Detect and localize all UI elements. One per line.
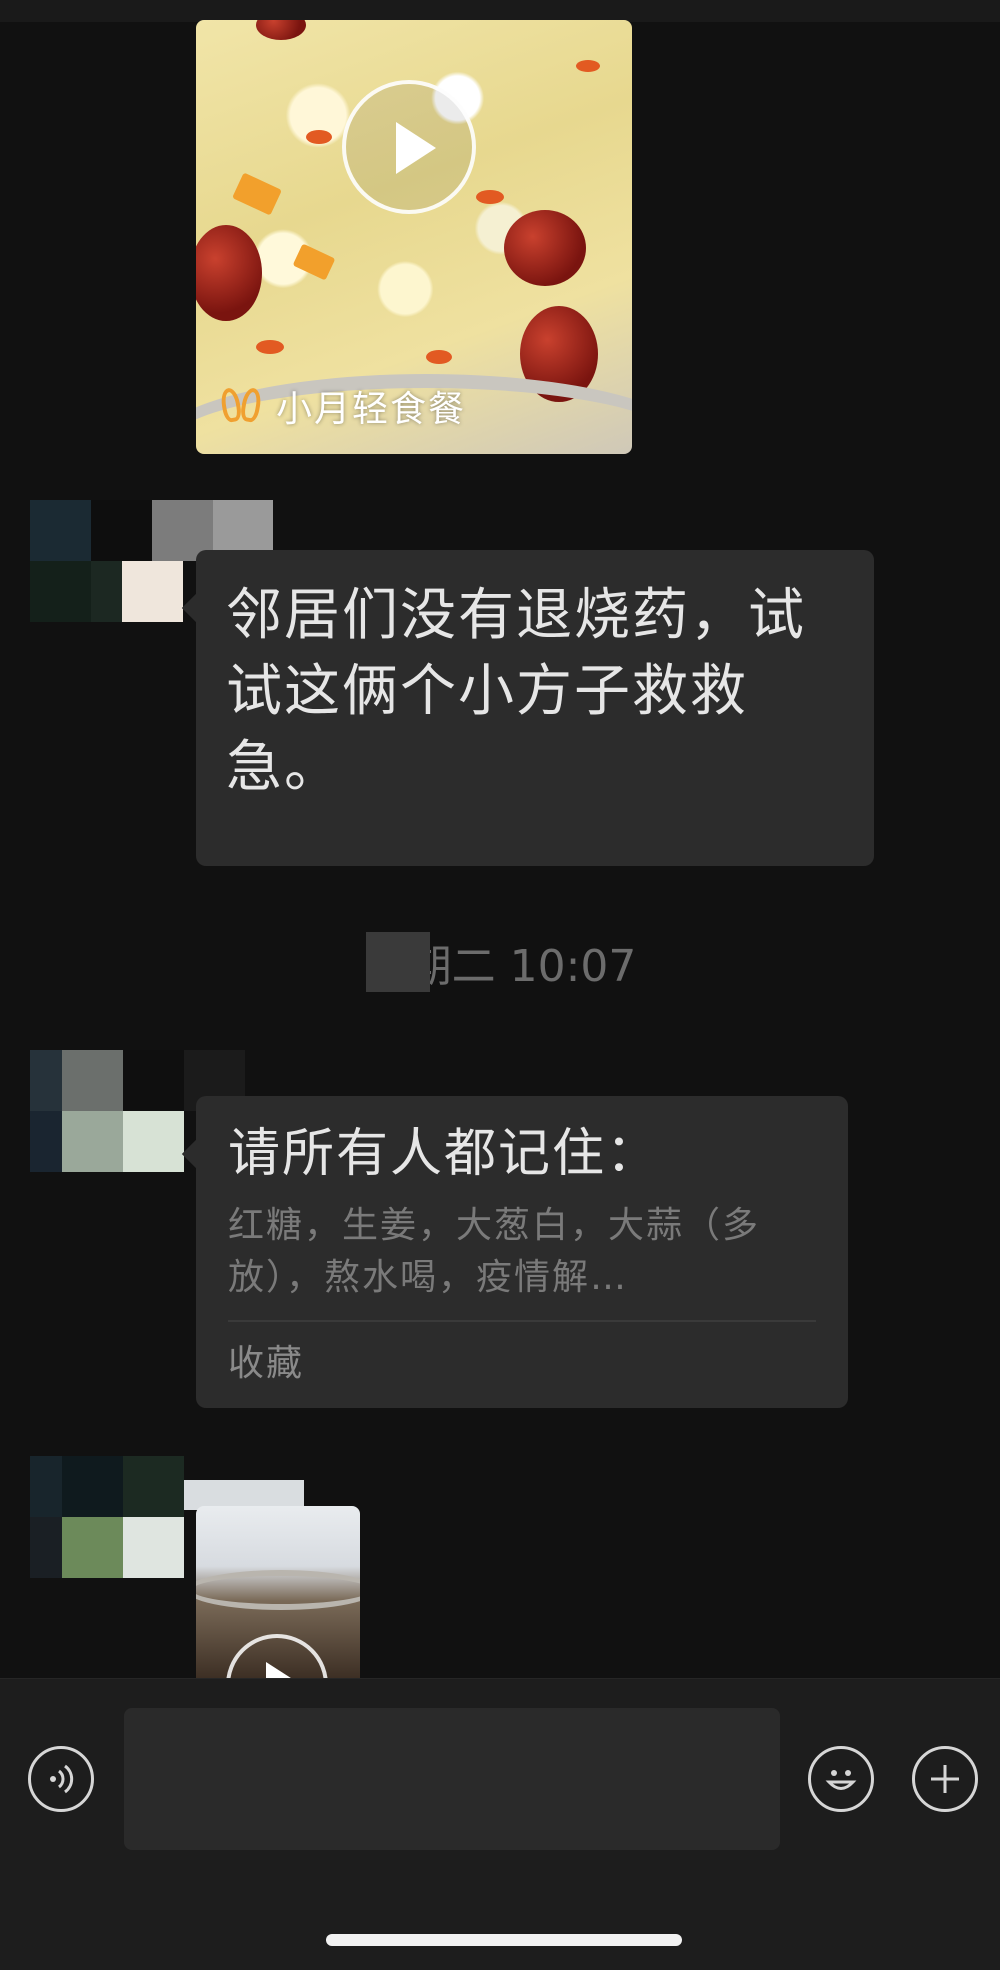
favorite-note-bubble[interactable]: 请所有人都记住： 红糖，生姜，大葱白，大蒜（多放），熬水喝，疫情解… 收藏 (181, 1096, 848, 1408)
avatar[interactable] (30, 1456, 304, 1578)
video-message-thumbnail[interactable] (196, 1506, 360, 1678)
note-source-label: 收藏 (228, 1343, 305, 1384)
note-snippet: 红糖，生姜，大葱白，大蒜（多放），熬水喝，疫情解… (228, 1205, 761, 1298)
emoji-icon[interactable] (808, 1746, 874, 1812)
top-edge (0, 0, 1000, 22)
jujube-decoration (196, 225, 262, 321)
plus-icon[interactable] (912, 1746, 978, 1812)
goji-decoration (306, 130, 332, 144)
play-icon[interactable] (342, 80, 476, 214)
pot-rim (196, 1570, 360, 1610)
video-message-thumbnail[interactable]: 小月轻食餐 (196, 20, 632, 454)
orange-peel-decoration (292, 243, 336, 281)
message-text: 邻居们没有退烧药，试试这俩个小方子救救急。 (226, 583, 806, 800)
home-indicator[interactable] (326, 1934, 682, 1946)
watermark-text: 小月轻食餐 (276, 389, 467, 430)
voice-icon[interactable] (28, 1746, 94, 1812)
text-message-bubble[interactable]: 邻居们没有退烧药，试试这俩个小方子救救急。 (181, 550, 874, 866)
note-title: 请所有人都记住： (228, 1124, 661, 1184)
timestamp-blur (366, 932, 430, 992)
jujube-decoration (256, 20, 306, 40)
goji-decoration (476, 190, 504, 204)
jujube-decoration (504, 210, 586, 286)
goji-decoration (426, 350, 452, 364)
orange-peel-decoration (232, 172, 282, 216)
play-icon[interactable] (226, 1634, 328, 1678)
goji-decoration (256, 340, 284, 354)
message-input[interactable] (124, 1708, 780, 1850)
watermark-logo-icon (222, 386, 266, 426)
note-divider (228, 1320, 816, 1322)
video-watermark: 小月轻食餐 (222, 380, 466, 432)
chat-timestamp: 星期二 10:07 (363, 941, 637, 992)
goji-decoration (576, 60, 600, 72)
